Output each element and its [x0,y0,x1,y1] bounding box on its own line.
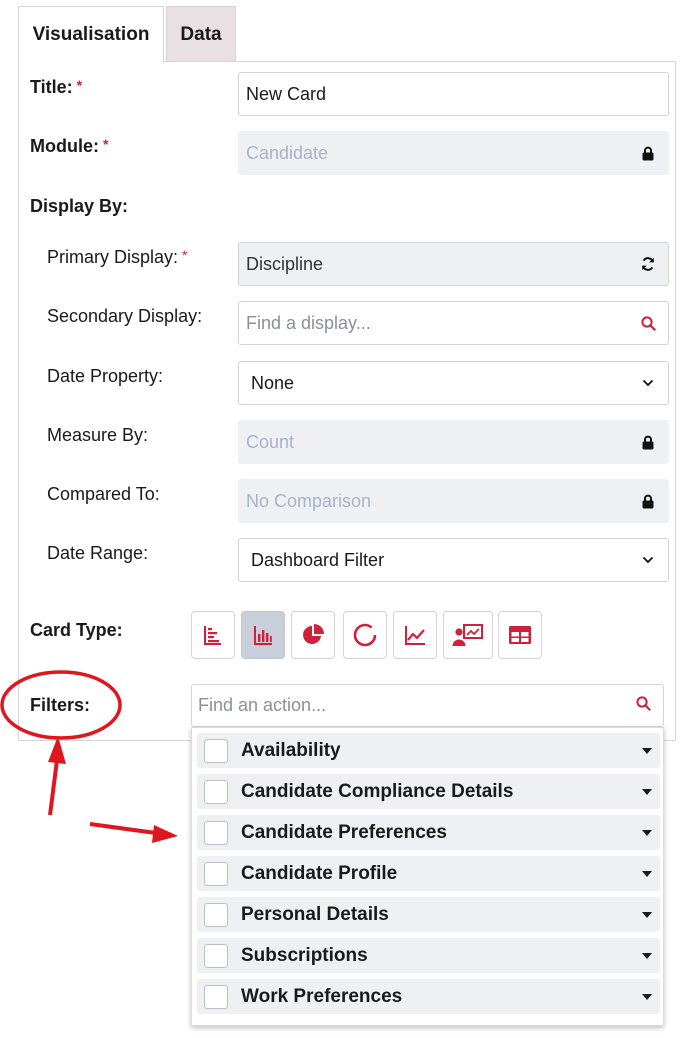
filters-search-placeholder: Find an action... [198,695,327,715]
display-by-heading: Display By: [30,196,129,216]
card-type-line-button[interactable] [393,611,437,659]
lock-icon [640,493,656,509]
filter-item-label: Availability [241,739,341,761]
filter-item-candidate-profile[interactable]: Candidate Profile [197,856,660,891]
measure-by-field: Count [238,420,669,464]
chevron-down-icon [640,552,656,568]
caret-down-icon[interactable] [642,952,652,959]
filters-label: Filters: [30,695,91,715]
measure-by-value: Count [246,431,295,452]
list-icon [204,626,221,645]
caret-down-icon[interactable] [642,993,652,1000]
date-range-label: Date Range: [47,543,149,563]
filter-item-label: Candidate Preferences [241,821,447,843]
bar-chart-icon [254,626,272,645]
filter-item-label: Candidate Compliance Details [241,780,514,802]
secondary-display-placeholder: Find a display... [246,312,371,333]
filters-dropdown: Availability Candidate Compliance Detail… [191,727,664,1026]
donut-chart-icon [353,623,377,647]
card-type-donut-button[interactable] [343,611,387,659]
tab-data[interactable]: Data [166,6,236,62]
primary-display-field[interactable]: Discipline [238,242,669,286]
date-range-select[interactable]: Dashboard Filter [238,538,669,582]
module-label: Module: * [30,136,109,156]
filters-search-input[interactable]: Find an action... [191,684,664,727]
presentation-icon [452,624,483,646]
caret-down-icon[interactable] [642,788,652,795]
filter-item-personal-details[interactable]: Personal Details [197,897,660,932]
lock-icon [640,434,656,450]
tab-data-label: Data [180,23,222,45]
filter-item-label: Candidate Profile [241,862,398,884]
card-type-label: Card Type: [30,620,123,640]
title-label: Title: * [30,77,83,97]
filter-item-work-preferences[interactable]: Work Preferences [197,979,660,1014]
tab-visualisation[interactable]: Visualisation [18,6,164,63]
filter-item-availability[interactable]: Availability [197,733,660,768]
line-chart-icon [405,626,425,645]
date-property-select[interactable]: None [238,361,669,405]
annotation-arrow-up [48,759,59,816]
filter-item-label: Subscriptions [241,944,368,966]
title-input[interactable]: New Card [238,72,669,116]
checkbox[interactable] [204,738,228,763]
search-icon[interactable] [636,695,651,716]
date-property-label: Date Property: [47,366,164,386]
filter-item-label: Work Preferences [241,985,403,1007]
secondary-display-search[interactable]: Find a display... [238,301,669,345]
annotation-arrow-right [89,822,157,835]
title-input-value: New Card [246,83,327,104]
lock-icon [640,145,656,161]
card-type-list-button[interactable] [191,611,235,659]
date-property-value: None [251,372,295,393]
pie-chart-icon [303,624,324,644]
compared-to-label: Compared To: [47,484,160,504]
primary-display-label: Primary Display: * [47,247,188,267]
refresh-icon[interactable] [640,256,656,272]
search-icon[interactable] [640,315,656,331]
card-type-presentation-button[interactable] [443,611,493,659]
card-type-bar-button[interactable] [241,611,285,659]
primary-display-value: Discipline [246,253,324,274]
measure-by-label: Measure By: [47,425,149,445]
checkbox[interactable] [204,984,228,1009]
secondary-display-label: Secondary Display: [47,306,203,326]
card-type-table-button[interactable] [498,611,542,659]
checkbox[interactable] [204,779,228,804]
caret-down-icon[interactable] [642,911,652,918]
chevron-down-icon [640,375,656,391]
annotation-arrowhead-right [152,825,178,843]
module-value: Candidate [246,142,329,163]
module-field: Candidate [238,131,669,175]
checkbox[interactable] [204,943,228,968]
card-type-pie-button[interactable] [291,611,335,659]
filter-item-subscriptions[interactable]: Subscriptions [197,938,660,973]
checkbox[interactable] [204,902,228,927]
filter-item-label: Personal Details [241,903,389,925]
tab-visualisation-label: Visualisation [32,24,150,45]
caret-down-icon[interactable] [642,829,652,836]
caret-down-icon[interactable] [642,747,652,754]
date-range-value: Dashboard Filter [251,549,385,570]
caret-down-icon[interactable] [642,870,652,877]
filter-item-candidate-preferences[interactable]: Candidate Preferences [197,815,660,850]
table-icon [509,626,531,644]
checkbox[interactable] [204,820,228,845]
compared-to-value: No Comparison [246,490,372,511]
filter-item-candidate-compliance-details[interactable]: Candidate Compliance Details [197,774,660,809]
compared-to-field: No Comparison [238,479,669,523]
checkbox[interactable] [204,861,228,886]
